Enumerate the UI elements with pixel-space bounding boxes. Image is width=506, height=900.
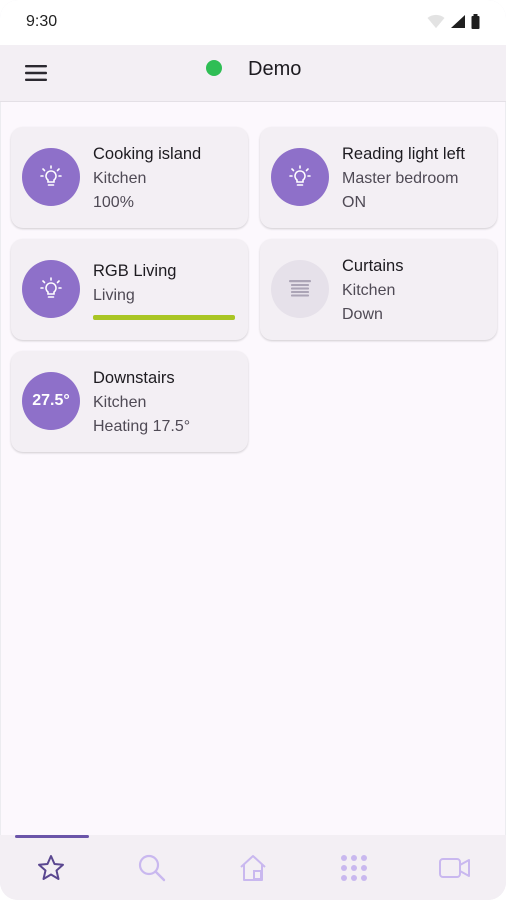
phone-screen: 9:30 Demo Cooking island Kitchen 100% Re… <box>0 0 506 900</box>
lightbulb-icon <box>40 277 62 298</box>
device-room: Living <box>93 287 135 304</box>
device-card-reading-light-left[interactable]: Reading light left Master bedroom ON <box>260 127 497 228</box>
device-state: ON <box>342 194 366 211</box>
lightbulb-icon <box>40 165 62 186</box>
nav-favorites[interactable] <box>0 835 101 900</box>
nav-search[interactable] <box>101 835 202 900</box>
device-room: Kitchen <box>342 282 396 299</box>
wifi-icon <box>427 14 445 28</box>
video-camera-icon <box>438 857 470 878</box>
home-icon <box>239 854 266 881</box>
menu-button[interactable] <box>20 57 52 89</box>
device-icon-circle <box>22 148 80 206</box>
status-bar: 9:30 <box>0 0 506 45</box>
thermostat-temperature-circle: 27.5° <box>22 372 80 430</box>
device-card-downstairs[interactable]: 27.5° Downstairs Kitchen Heating 17.5° <box>11 351 248 452</box>
nav-home[interactable] <box>202 835 303 900</box>
bottom-navigation <box>0 835 506 900</box>
device-card-rgb-living[interactable]: RGB Living Living <box>11 239 248 340</box>
app-bar: Demo <box>0 45 506 102</box>
hamburger-menu-icon <box>25 65 47 81</box>
app-title: Demo <box>248 58 302 80</box>
device-state: 100% <box>93 194 134 211</box>
current-temperature: 27.5° <box>32 392 70 409</box>
device-icon-circle <box>271 260 329 318</box>
connection-status-dot <box>206 60 222 76</box>
grid-icon <box>340 854 367 881</box>
device-icon-circle <box>271 148 329 206</box>
device-state: Down <box>342 306 383 323</box>
device-state: Heating 17.5° <box>93 418 191 435</box>
brightness-slider[interactable] <box>93 315 235 320</box>
search-icon <box>138 854 165 881</box>
status-icons <box>427 14 480 29</box>
signal-icon <box>451 15 465 28</box>
device-name: Downstairs <box>93 369 175 387</box>
device-card-cooking-island[interactable]: Cooking island Kitchen 100% <box>11 127 248 228</box>
device-room: Kitchen <box>93 394 147 411</box>
device-name: Cooking island <box>93 145 202 163</box>
device-icon-circle <box>22 260 80 318</box>
lightbulb-icon <box>289 165 311 186</box>
device-room: Kitchen <box>93 170 147 187</box>
device-room: Master bedroom <box>342 170 459 187</box>
battery-icon <box>471 14 480 29</box>
device-name: Reading light left <box>342 145 465 163</box>
blinds-icon <box>289 280 311 297</box>
status-time: 9:30 <box>26 13 58 30</box>
device-name: Curtains <box>342 257 404 275</box>
device-name: RGB Living <box>93 262 177 280</box>
nav-devices-grid[interactable] <box>303 835 404 900</box>
device-card-curtains[interactable]: Curtains Kitchen Down <box>260 239 497 340</box>
nav-cameras[interactable] <box>404 835 505 900</box>
star-icon <box>37 854 64 880</box>
